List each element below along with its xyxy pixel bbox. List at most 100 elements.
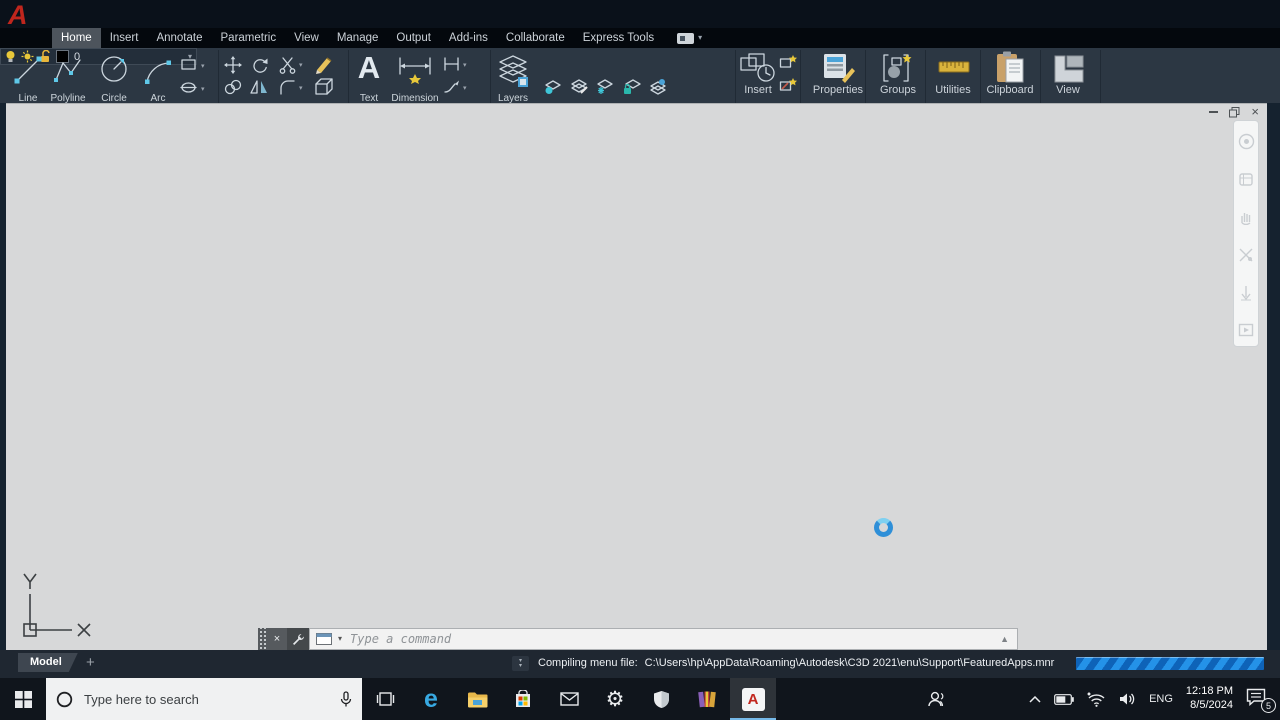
- utilities-button-label: Utilities: [935, 84, 971, 96]
- recent-commands-caret-icon[interactable]: ▾: [338, 635, 342, 643]
- start-button[interactable]: [0, 678, 46, 720]
- task-view-button[interactable]: [362, 678, 408, 720]
- model-tab[interactable]: Model: [18, 653, 78, 672]
- hidden-icons-chevron-icon[interactable]: [1029, 695, 1041, 703]
- pan-tool-icon[interactable]: [1238, 172, 1254, 187]
- taskbar-search-box[interactable]: [46, 678, 362, 720]
- navigation-wheel-icon[interactable]: [1238, 133, 1255, 150]
- copy-tool-icon[interactable]: [224, 79, 242, 95]
- microphone-icon[interactable]: [340, 690, 352, 708]
- tab-collaborate[interactable]: Collaborate: [497, 28, 574, 48]
- trim-dropdown-caret-icon[interactable]: ▾: [299, 61, 303, 69]
- erase-tool-icon[interactable]: [314, 55, 334, 75]
- group-tool-icon[interactable]: [880, 52, 916, 84]
- rectangle-dropdown-caret-icon[interactable]: ▾: [201, 62, 205, 70]
- drawing-restore-button[interactable]: [1229, 106, 1240, 118]
- tab-output[interactable]: Output: [387, 28, 440, 48]
- command-input-area: ▾ ▲: [309, 628, 1018, 650]
- status-tray-expander[interactable]: ▾ ▾: [512, 656, 529, 671]
- layer-match-tool-icon[interactable]: [570, 78, 589, 95]
- edge-browser-icon[interactable]: e: [408, 678, 454, 720]
- clock[interactable]: 12:18 PM 8/5/2024: [1186, 685, 1233, 713]
- properties-palette-icon[interactable]: [820, 52, 856, 84]
- dimension-style-icon[interactable]: [443, 57, 460, 71]
- mirror-tool-icon[interactable]: [250, 79, 268, 95]
- fillet-tool-icon[interactable]: [279, 79, 295, 95]
- leader-tool-icon[interactable]: [443, 80, 460, 94]
- action-center-button[interactable]: 5: [1246, 688, 1276, 713]
- language-indicator[interactable]: ENG: [1149, 693, 1173, 705]
- autocad-app-logo-icon[interactable]: A: [8, 0, 28, 30]
- showmotion-icon[interactable]: [1238, 323, 1254, 337]
- layer-off-tool-icon[interactable]: [544, 78, 563, 95]
- speaker-icon[interactable]: [1119, 692, 1136, 706]
- polyline-tool-icon[interactable]: [52, 54, 84, 86]
- layer-lock-tool-icon[interactable]: [622, 78, 641, 95]
- layer-freeze-tool-icon[interactable]: [596, 78, 615, 95]
- view-interface-icon[interactable]: [1052, 54, 1086, 84]
- command-history-up-icon[interactable]: ▲: [1000, 634, 1011, 644]
- leader-caret-icon[interactable]: ▾: [463, 84, 467, 92]
- trim-tool-icon[interactable]: [279, 56, 296, 74]
- measure-utilities-icon[interactable]: [938, 58, 970, 76]
- tab-insert[interactable]: Insert: [101, 28, 148, 48]
- wifi-icon[interactable]: [1087, 692, 1106, 707]
- drawing-close-button[interactable]: ×: [1251, 105, 1259, 118]
- drawing-window-frame: ×: [0, 103, 1280, 650]
- clipboard-paste-icon[interactable]: [994, 51, 1026, 85]
- command-line-drag-grip[interactable]: [258, 628, 267, 650]
- circle-tool-label: Circle: [101, 93, 127, 103]
- tab-view[interactable]: View: [285, 28, 328, 48]
- zoom-hand-icon[interactable]: [1238, 209, 1254, 225]
- dimension-tool-icon[interactable]: [397, 56, 433, 84]
- text-tool-icon[interactable]: A: [352, 50, 386, 86]
- tab-express-tools[interactable]: Express Tools: [574, 28, 663, 48]
- fillet-dropdown-caret-icon[interactable]: ▾: [299, 84, 303, 92]
- drawing-canvas[interactable]: ×: [6, 103, 1267, 650]
- tab-parametric[interactable]: Parametric: [212, 28, 286, 48]
- windows-defender-icon[interactable]: [638, 678, 684, 720]
- autocad-taskbar-icon[interactable]: A: [730, 678, 776, 720]
- edit-attribute-icon[interactable]: [779, 77, 797, 93]
- move-tool-icon[interactable]: [224, 56, 242, 74]
- polyline-tool-label: Polyline: [50, 93, 86, 103]
- file-explorer-icon[interactable]: [454, 678, 500, 720]
- ucs-icon: [23, 573, 91, 637]
- battery-icon[interactable]: [1054, 693, 1074, 705]
- tab-annotate[interactable]: Annotate: [147, 28, 211, 48]
- circle-tool-icon[interactable]: [98, 53, 130, 85]
- microsoft-store-icon[interactable]: [500, 678, 546, 720]
- command-input[interactable]: [348, 631, 995, 647]
- loading-progress-bar: [1076, 657, 1264, 670]
- tab-manage[interactable]: Manage: [328, 28, 388, 48]
- mail-app-icon[interactable]: [546, 678, 592, 720]
- clock-time: 12:18 PM: [1185, 685, 1233, 698]
- people-icon[interactable]: [927, 691, 946, 708]
- winrar-icon[interactable]: [684, 678, 730, 720]
- settings-gear-icon[interactable]: ⚙: [592, 678, 638, 720]
- ellipse-tool-icon[interactable]: [180, 80, 198, 95]
- recent-commands-icon[interactable]: [316, 633, 332, 645]
- command-line-close-icon[interactable]: ×: [267, 628, 287, 650]
- rectangle-tool-icon[interactable]: [180, 57, 198, 72]
- ellipse-dropdown-caret-icon[interactable]: ▾: [201, 85, 205, 93]
- zoom-extents-icon[interactable]: [1239, 285, 1253, 301]
- create-attribute-icon[interactable]: [779, 54, 797, 70]
- rotate-tool-icon[interactable]: [251, 56, 269, 74]
- arc-tool-icon[interactable]: [142, 54, 174, 86]
- command-line-customize-wrench-icon[interactable]: [287, 628, 309, 650]
- taskbar-search-input[interactable]: [82, 690, 331, 708]
- orbit-tool-icon[interactable]: [1238, 247, 1254, 263]
- arc-tool-label: Arc: [150, 93, 166, 103]
- tab-home[interactable]: Home: [52, 28, 101, 48]
- new-layout-button[interactable]: +: [86, 654, 95, 671]
- dimension-style-caret-icon[interactable]: ▾: [463, 61, 467, 69]
- tab-addins[interactable]: Add-ins: [440, 28, 497, 48]
- layer-states-tool-icon[interactable]: [648, 78, 669, 95]
- layer-properties-icon[interactable]: [496, 53, 530, 89]
- explode-tool-icon[interactable]: [314, 78, 334, 96]
- ribbon-display-toggle[interactable]: ▾: [677, 28, 702, 48]
- drawing-minimize-button[interactable]: [1209, 111, 1219, 113]
- insert-block-icon[interactable]: [739, 52, 777, 84]
- line-tool-icon[interactable]: [12, 54, 44, 86]
